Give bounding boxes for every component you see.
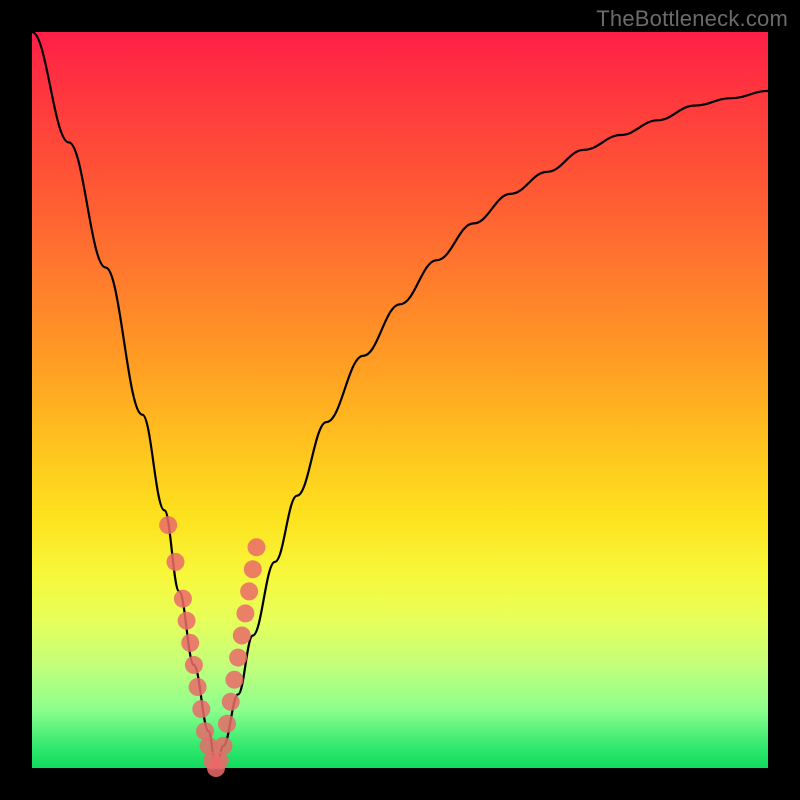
marker-point bbox=[159, 516, 177, 534]
marker-point bbox=[178, 612, 196, 630]
marker-point bbox=[225, 671, 243, 689]
marker-point bbox=[167, 553, 185, 571]
marker-point bbox=[218, 715, 236, 733]
chart-frame: TheBottleneck.com bbox=[0, 0, 800, 800]
marker-point bbox=[240, 582, 258, 600]
marker-point bbox=[229, 649, 247, 667]
marker-point bbox=[236, 604, 254, 622]
plot-area bbox=[32, 32, 768, 768]
marker-point bbox=[185, 656, 203, 674]
marker-point bbox=[233, 627, 251, 645]
marker-point bbox=[222, 693, 240, 711]
marker-point bbox=[174, 590, 192, 608]
marker-point bbox=[181, 634, 199, 652]
marker-point bbox=[248, 538, 266, 556]
bottleneck-curve bbox=[32, 32, 768, 768]
marker-point bbox=[244, 560, 262, 578]
marker-point bbox=[189, 678, 207, 696]
marker-point bbox=[192, 700, 210, 718]
watermark-text: TheBottleneck.com bbox=[596, 6, 788, 32]
marker-point bbox=[214, 737, 232, 755]
curve-layer bbox=[32, 32, 768, 768]
